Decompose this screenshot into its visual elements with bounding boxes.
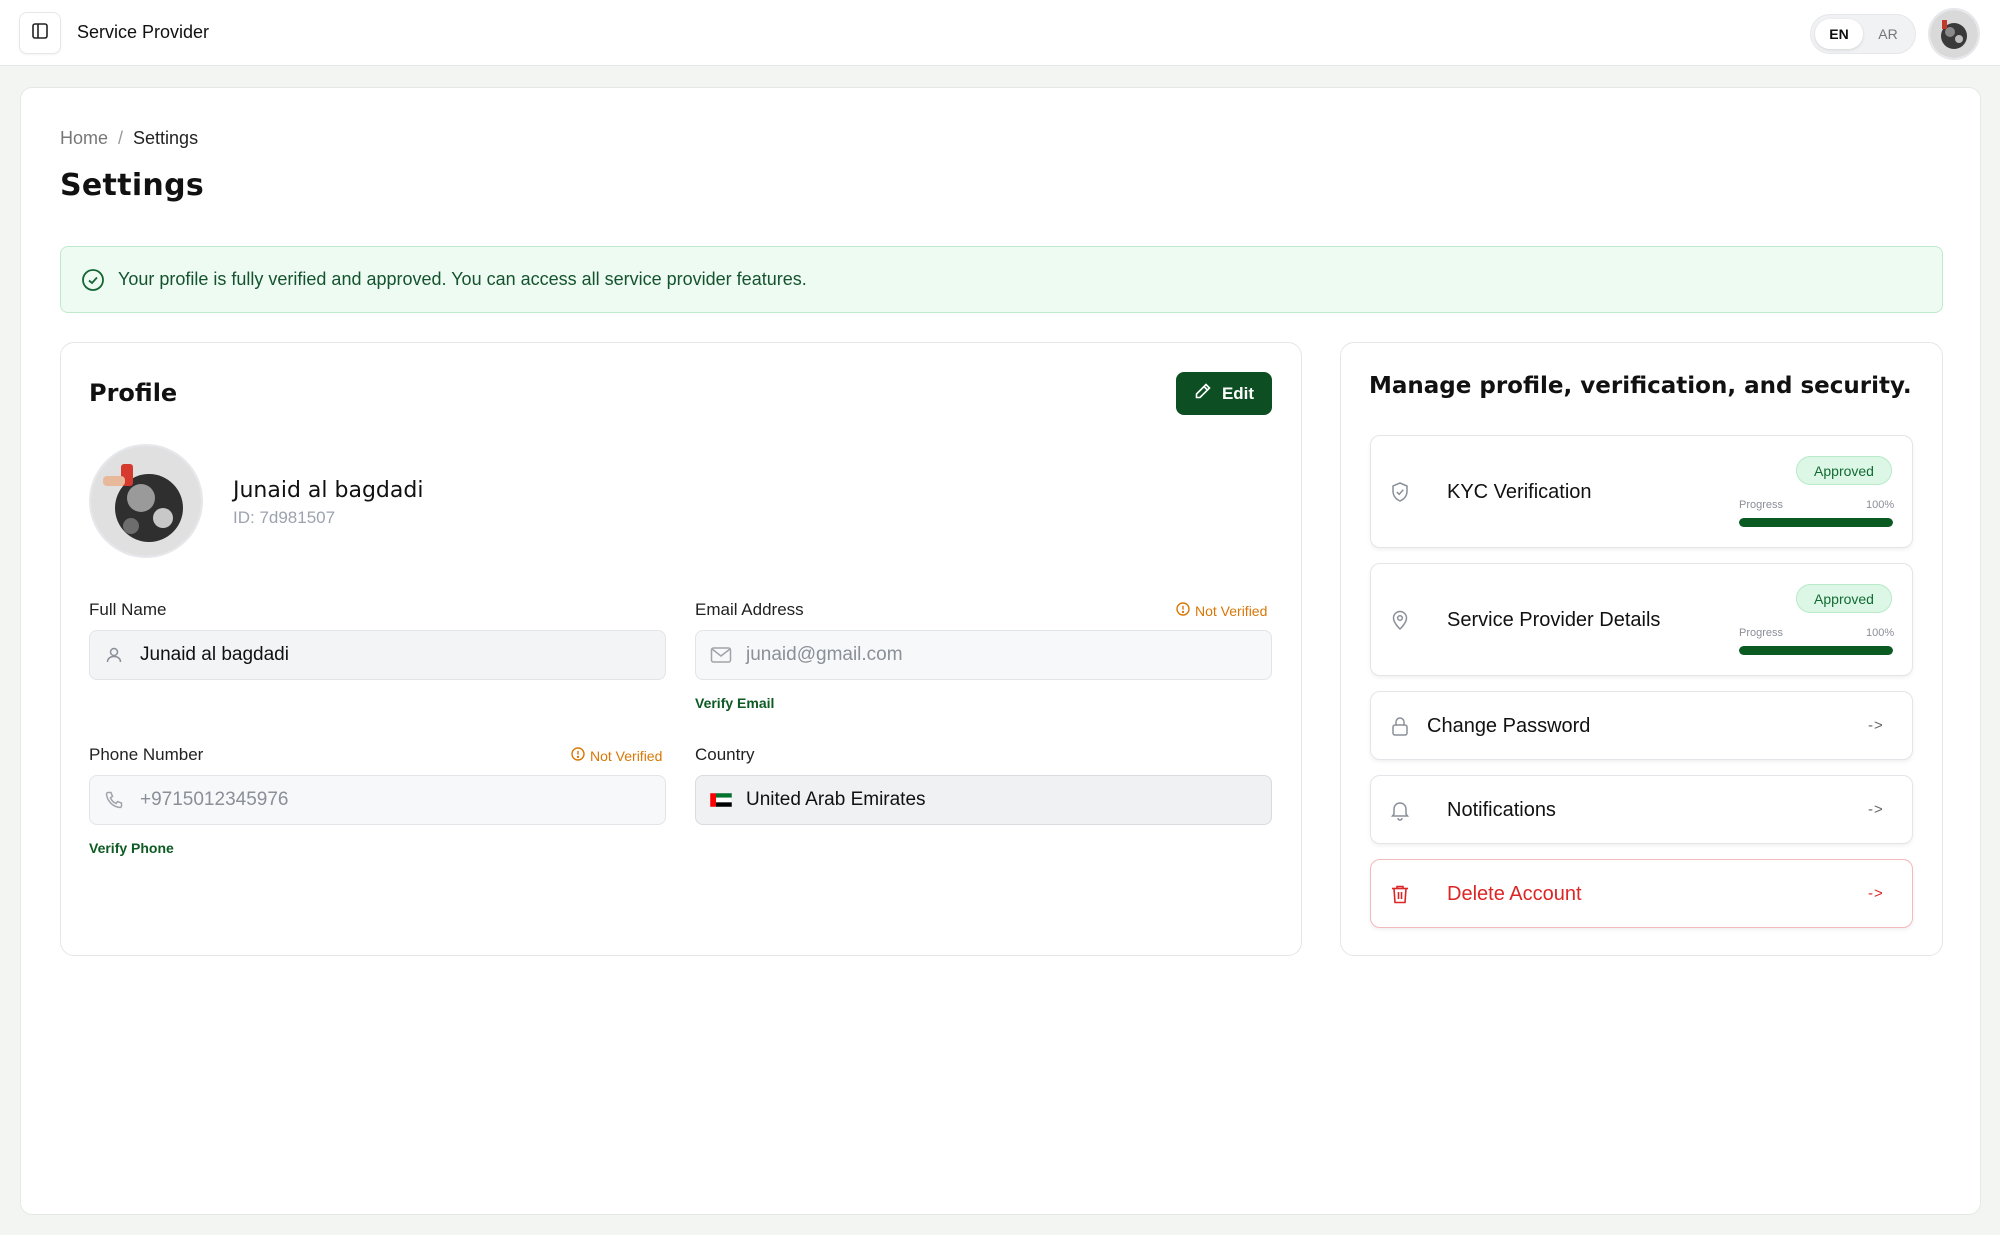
kyc-progress-label: Progress (1739, 499, 1784, 511)
edit-profile-button[interactable]: Edit (1176, 372, 1272, 415)
change-password-label: Change Password (1427, 715, 1591, 737)
check-circle-icon (81, 268, 105, 297)
country-label: Country (695, 745, 755, 764)
phone-label: Phone Number (89, 745, 204, 764)
country-select[interactable]: United Arab Emirates (695, 775, 1272, 825)
user-avatar[interactable] (1928, 8, 1980, 60)
pencil-icon (1194, 382, 1212, 405)
kyc-verification-label: KYC Verification (1447, 481, 1592, 503)
delete-account-arrow: -> (1868, 885, 1884, 902)
verify-email-link[interactable]: Verify Email (695, 695, 774, 711)
kyc-progress-bar (1739, 518, 1893, 527)
profile-card-title: Profile (89, 379, 178, 407)
phone-status-text: Not Verified (590, 747, 663, 764)
manage-card-title: Manage profile, verification, and securi… (1369, 373, 1912, 399)
country-value: United Arab Emirates (746, 789, 926, 810)
delete-account-label: Delete Account (1447, 883, 1582, 905)
map-pin-icon (1389, 609, 1411, 636)
mail-icon (710, 646, 734, 664)
full-name-value: Junaid al bagdadi (140, 644, 289, 665)
flag-ae-icon (710, 793, 734, 807)
full-name-label: Full Name (89, 600, 167, 619)
sidebar-toggle-button[interactable] (19, 12, 61, 54)
breadcrumb: Home / Settings (60, 128, 198, 149)
breadcrumb-current: Settings (133, 128, 199, 148)
alert-circle-icon (1176, 602, 1190, 619)
phone-field[interactable]: +9715012345976 (89, 775, 666, 825)
breadcrumb-separator: / (118, 128, 124, 148)
edit-button-label: Edit (1221, 383, 1255, 403)
main-panel: Home / Settings Settings Your profile is f… (20, 87, 1981, 1215)
profile-name: Junaid al bagdadi (233, 478, 424, 503)
change-password-item[interactable]: Change Password -> (1370, 691, 1913, 760)
email-status: Not Verified (1176, 602, 1267, 619)
phone-status: Not Verified (571, 747, 662, 764)
change-password-arrow: -> (1868, 717, 1884, 734)
service-provider-progress-bar (1739, 646, 1893, 655)
notifications-arrow: -> (1868, 801, 1884, 818)
verification-alert: Your profile is fully verified and appro… (60, 246, 1943, 313)
service-provider-progress-label: Progress (1739, 627, 1784, 639)
language-ar-button[interactable]: AR (1864, 19, 1912, 49)
user-icon (104, 645, 128, 665)
top-bar: Service Provider EN AR (0, 0, 2000, 66)
kyc-progress-fill (1739, 518, 1893, 527)
full-name-field[interactable]: Junaid al bagdadi (89, 630, 666, 680)
email-value: junaid@gmail.com (746, 644, 903, 665)
shield-check-icon (1389, 481, 1411, 508)
kyc-progress-value: 100% (1866, 499, 1895, 511)
kyc-status-badge: Approved (1796, 456, 1892, 485)
verify-phone-link[interactable]: Verify Phone (89, 840, 174, 856)
profile-avatar (89, 444, 203, 558)
email-field[interactable]: junaid@gmail.com (695, 630, 1272, 680)
notifications-label: Notifications (1447, 799, 1556, 821)
breadcrumb-home-link[interactable]: Home (60, 128, 108, 148)
phone-icon (104, 790, 128, 810)
alert-circle-icon (571, 747, 585, 764)
service-provider-details-label: Service Provider Details (1447, 609, 1661, 631)
lock-icon (1389, 715, 1411, 742)
phone-value: +9715012345976 (140, 789, 289, 810)
profile-card: Profile Edit Junaid al bagdadi ID: 7d981… (60, 342, 1302, 956)
email-status-text: Not Verified (1195, 602, 1268, 619)
language-en-button[interactable]: EN (1815, 19, 1863, 49)
trash-icon (1389, 883, 1411, 910)
page-title: Settings (60, 168, 205, 203)
language-toggle: EN AR (1810, 14, 1916, 54)
delete-account-item[interactable]: Delete Account -> (1370, 859, 1913, 928)
sidebar-icon (31, 22, 49, 45)
alert-message: Your profile is fully verified and appro… (118, 269, 807, 289)
manage-card: Manage profile, verification, and securi… (1340, 342, 1943, 956)
app-title: Service Provider (77, 22, 210, 42)
email-label: Email Address (695, 600, 804, 619)
service-provider-status-badge: Approved (1796, 584, 1892, 613)
notifications-item[interactable]: Notifications -> (1370, 775, 1913, 844)
kyc-verification-item[interactable]: KYC Verification Approved Progress 100% (1370, 435, 1913, 548)
service-provider-details-item[interactable]: Service Provider Details Approved Progre… (1370, 563, 1913, 676)
profile-id: ID: 7d981507 (233, 508, 336, 527)
service-provider-progress-value: 100% (1866, 627, 1895, 639)
service-provider-progress-fill (1739, 646, 1893, 655)
bell-icon (1389, 799, 1411, 826)
